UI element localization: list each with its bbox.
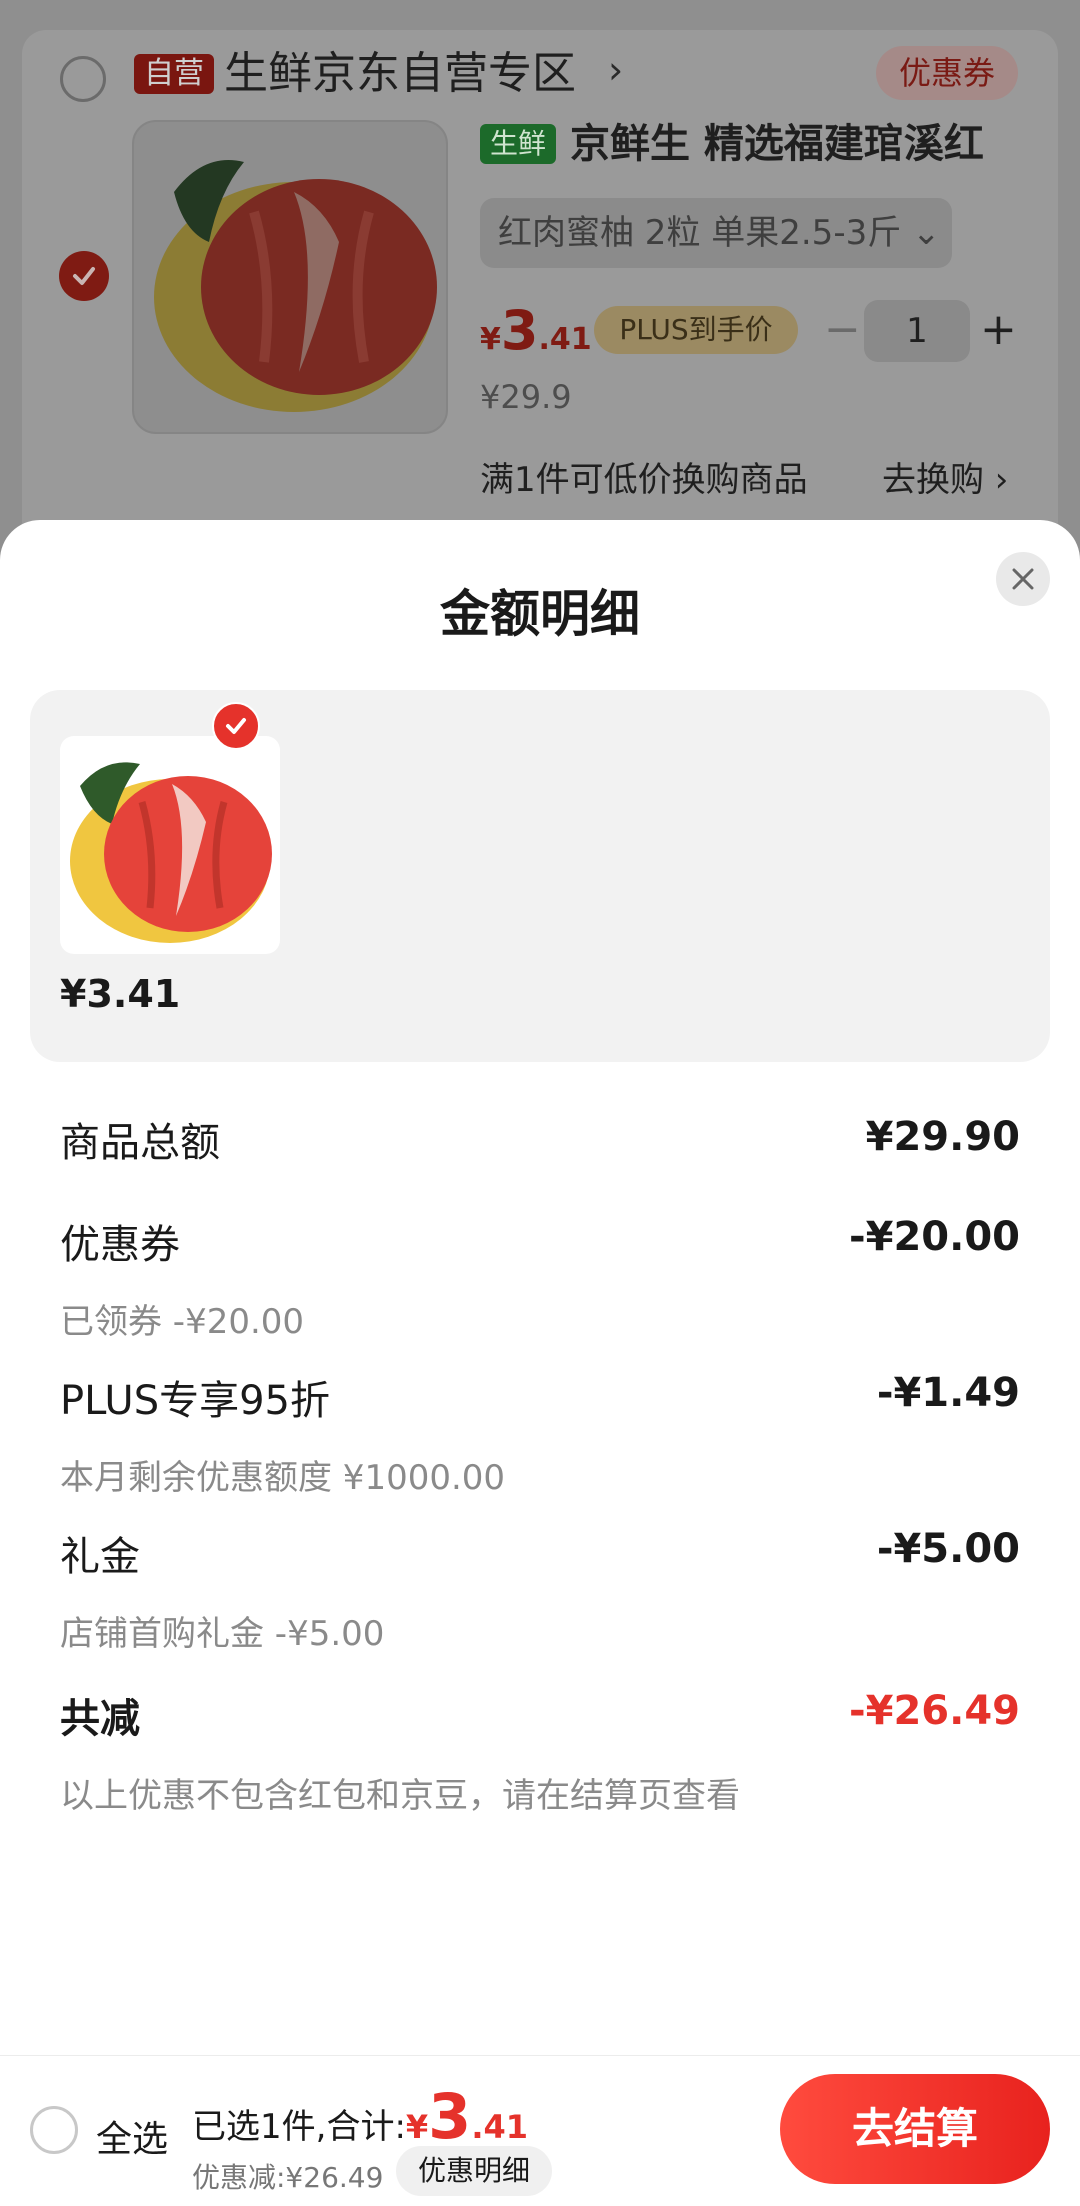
discount-amount: 优惠减:¥26.49	[192, 2161, 384, 2194]
checkmark-icon	[73, 267, 95, 285]
row-sub-coupon: 已领券 -¥20.00	[60, 1302, 305, 1342]
checkout-bar: 全选 已选1件,合计:¥3.41 优惠减:¥26.49 优惠明细 去结算	[0, 2055, 1080, 2206]
selected-count-text: 已选1件,合计:	[192, 2107, 406, 2147]
total-integer: 3	[428, 2080, 472, 2153]
row-label-gift: 礼金	[60, 1534, 140, 1580]
fresh-category-tag: 生鲜	[480, 124, 557, 164]
item-price: ¥3.41	[60, 972, 181, 1016]
quantity-increase-button[interactable]: +	[980, 300, 1017, 360]
row-sub-total-discount: 以上优惠不包含红包和京豆，请在结算页查看	[60, 1776, 740, 1816]
total-currency: ¥	[405, 2108, 429, 2146]
checkout-button[interactable]: 去结算	[780, 2074, 1050, 2184]
item-checked-checkbox[interactable]	[59, 251, 109, 301]
select-all-label[interactable]: 全选	[96, 2110, 168, 2162]
amount-detail-sheet: 金额明细 ¥3.41	[0, 520, 1080, 2060]
row-label-goods-total: 商品总额	[60, 1120, 220, 1166]
total-price: ¥3.41	[405, 2082, 528, 2152]
self-operated-badge: 自营	[134, 54, 214, 94]
row-label-coupon: 优惠券	[60, 1222, 180, 1268]
spec-selector[interactable]: 红肉蜜柚 2粒 单果2.5-3斤 ⌄	[480, 198, 952, 268]
item-thumbnail[interactable]	[60, 736, 280, 954]
item-selected-check[interactable]	[212, 702, 260, 750]
row-value-total-discount: -¥26.49	[849, 1688, 1020, 1734]
pomelo-image	[154, 160, 437, 412]
row-value-plus: -¥1.49	[876, 1370, 1020, 1416]
tradein-link[interactable]: 去换购 ›	[882, 452, 1008, 501]
row-value-gift: -¥5.00	[876, 1526, 1020, 1572]
original-price: ¥29.9	[480, 378, 572, 416]
discount-detail-button[interactable]: 优惠明细	[396, 2146, 552, 2196]
product-title[interactable]: 京鲜生 精选福建琯溪红	[570, 118, 984, 170]
store-select-checkbox[interactable]	[60, 56, 106, 102]
price-integer: 3	[500, 299, 539, 362]
store-chevron-icon[interactable]: ›	[608, 48, 623, 92]
total-decimal: .41	[471, 2108, 528, 2146]
selected-items-box: ¥3.41	[30, 690, 1050, 1062]
close-button[interactable]	[996, 552, 1050, 606]
quantity-input[interactable]: 1	[864, 300, 970, 362]
row-sub-gift: 店铺首购礼金 -¥5.00	[60, 1614, 385, 1654]
quantity-decrease-button[interactable]: −	[824, 300, 861, 360]
close-icon	[1012, 568, 1034, 590]
price-decimal: .41	[538, 322, 592, 357]
store-coupon-button[interactable]: 优惠券	[876, 46, 1018, 100]
price-currency: ¥	[480, 322, 501, 357]
tradein-promo-text: 满1件可低价换购商品	[480, 460, 808, 500]
checkmark-icon	[226, 718, 246, 734]
row-value-coupon: -¥20.00	[849, 1214, 1020, 1260]
plus-price-badge: PLUS到手价	[594, 306, 798, 354]
row-label-total-discount: 共减	[60, 1696, 140, 1742]
product-price: ¥3.41	[480, 296, 592, 379]
row-sub-plus: 本月剩余优惠额度 ¥1000.00	[60, 1458, 506, 1498]
select-all-checkbox[interactable]	[30, 2106, 78, 2154]
pomelo-image	[70, 762, 272, 943]
product-image[interactable]	[132, 120, 448, 434]
row-label-plus: PLUS专享95折	[60, 1378, 330, 1424]
store-title[interactable]: 生鲜京东自营专区	[224, 44, 576, 104]
row-value-goods-total: ¥29.90	[865, 1114, 1020, 1160]
sheet-title: 金额明细	[440, 585, 640, 643]
